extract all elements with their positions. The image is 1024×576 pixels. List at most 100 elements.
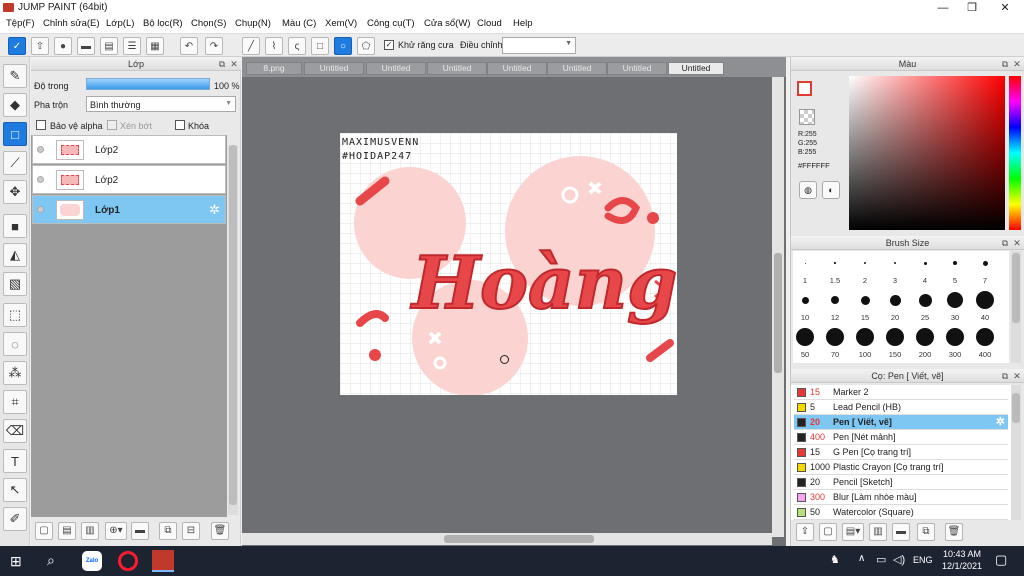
- brush-item[interactable]: 20 Pen [ Viết, vẽ] ✲: [794, 415, 1008, 430]
- brush-doc-icon[interactable]: ▥: [869, 523, 887, 541]
- brush-size-dot[interactable]: [976, 291, 994, 309]
- bucket-tool-icon[interactable]: ◭: [3, 243, 27, 267]
- polygon-tool-icon[interactable]: ⬠: [357, 37, 375, 55]
- palette-settings-icon[interactable]: ◐: [822, 181, 840, 199]
- brush-item[interactable]: 15 G Pen [Cọ trang trí]: [794, 445, 1008, 460]
- tab-8png[interactable]: 8.png: [246, 62, 302, 75]
- menu-filter[interactable]: Bộ lọc(R): [143, 18, 183, 29]
- palette-icon[interactable]: ◍: [799, 181, 817, 199]
- jump-paint-app-icon[interactable]: [152, 550, 174, 572]
- chevron-up-icon[interactable]: ∧: [858, 553, 865, 564]
- protect-alpha-checkbox[interactable]: [36, 120, 46, 130]
- comment-icon[interactable]: ▬: [77, 37, 95, 55]
- menu-select[interactable]: Chọn(S): [191, 18, 226, 29]
- list-icon[interactable]: ☰: [123, 37, 141, 55]
- brush-size-dot[interactable]: [856, 328, 874, 346]
- brush-size-dot[interactable]: [893, 261, 897, 265]
- transparent-swatch[interactable]: [799, 109, 815, 125]
- menu-layer[interactable]: Lớp(L): [106, 18, 134, 29]
- tab-untitled[interactable]: Untitled: [427, 62, 487, 75]
- close-icon[interactable]: ✕: [1012, 59, 1022, 69]
- minimize-button[interactable]: —: [928, 0, 958, 16]
- merge-icon[interactable]: ⊟: [182, 522, 200, 540]
- shape-tool-icon[interactable]: □: [3, 122, 27, 146]
- undock-icon[interactable]: ⧉: [1000, 371, 1010, 381]
- brush-size-dot[interactable]: [796, 328, 814, 346]
- duplicate-icon[interactable]: ⧉: [159, 522, 177, 540]
- polyline-tool-icon[interactable]: ⌇: [265, 37, 283, 55]
- redo-icon[interactable]: ↷: [205, 37, 223, 55]
- visibility-icon[interactable]: [37, 206, 44, 213]
- tab-untitled[interactable]: Untitled: [304, 62, 364, 75]
- tab-untitled[interactable]: Untitled: [366, 62, 426, 75]
- brush-size-dot[interactable]: [804, 262, 806, 264]
- horizontal-scrollbar[interactable]: [242, 533, 772, 545]
- menu-tools[interactable]: Công cụ(T): [367, 18, 415, 29]
- clock-date[interactable]: 12/1/2021: [942, 561, 982, 571]
- gradient-tool-icon[interactable]: ▧: [3, 272, 27, 296]
- brush-item[interactable]: 1000 Plastic Crayon [Cọ trang trí]: [794, 460, 1008, 475]
- upload-brush-icon[interactable]: ⇪: [796, 523, 814, 541]
- color-picker-field[interactable]: [849, 76, 1005, 230]
- brush-item[interactable]: 400 Pen [Nét mảnh]: [794, 430, 1008, 445]
- menu-window[interactable]: Cửa sổ(W): [424, 18, 470, 29]
- new-layer-doc-icon[interactable]: ▤: [58, 522, 76, 540]
- close-icon[interactable]: ✕: [1012, 238, 1022, 248]
- export-icon[interactable]: ⇧: [31, 37, 49, 55]
- ellipse-tool-icon[interactable]: ○: [334, 37, 352, 55]
- undock-icon[interactable]: ⧉: [1000, 59, 1010, 69]
- layer-copy-icon[interactable]: ▥: [81, 522, 99, 540]
- brush-size-scrollbar[interactable]: [1011, 251, 1021, 363]
- visibility-icon[interactable]: [37, 176, 44, 183]
- layer-scrollbar[interactable]: [228, 145, 238, 515]
- layer-row[interactable]: Lớp2: [32, 135, 226, 164]
- new-layer-icon[interactable]: ▢: [35, 522, 53, 540]
- brush-item[interactable]: 5 Lead Pencil (HB): [794, 400, 1008, 415]
- menu-view[interactable]: Xem(V): [325, 18, 357, 29]
- brush-size-dot[interactable]: [801, 296, 809, 304]
- select-pen-tool-icon[interactable]: ⌗: [3, 390, 27, 414]
- brush-list-scrollbar[interactable]: [1011, 385, 1021, 520]
- clip-checkbox[interactable]: [107, 120, 117, 130]
- layer-row[interactable]: Lớp2: [32, 165, 226, 194]
- brush-size-dot[interactable]: [831, 296, 839, 304]
- visibility-icon[interactable]: [37, 146, 44, 153]
- undo-icon[interactable]: ↶: [180, 37, 198, 55]
- trash-icon[interactable]: 🗑: [211, 522, 229, 540]
- primary-color-swatch[interactable]: [797, 81, 812, 96]
- volume-icon[interactable]: ◁): [893, 553, 905, 566]
- notification-icon[interactable]: ▢: [995, 552, 1007, 568]
- menu-cloud[interactable]: Cloud: [477, 18, 502, 29]
- brush-size-dot[interactable]: [834, 262, 836, 264]
- brush-size-dot[interactable]: [976, 328, 994, 346]
- tab-untitled[interactable]: Untitled: [487, 62, 547, 75]
- rect-select-tool-icon[interactable]: ⬚: [3, 303, 27, 327]
- magic-wand-tool-icon[interactable]: ⁂: [3, 361, 27, 385]
- tab-untitled[interactable]: Untitled: [607, 62, 667, 75]
- close-icon[interactable]: ✕: [229, 59, 239, 69]
- battery-icon[interactable]: ▭: [876, 553, 886, 566]
- opera-app-icon[interactable]: [118, 551, 138, 571]
- hue-slider[interactable]: [1009, 76, 1021, 230]
- brush-size-dot[interactable]: [889, 294, 901, 306]
- add-layer-menu-icon[interactable]: ⊕▾: [105, 522, 127, 540]
- antialias-checkbox[interactable]: ✓: [384, 40, 394, 50]
- opacity-slider[interactable]: [86, 78, 210, 90]
- brush-size-dot[interactable]: [916, 328, 934, 346]
- vertical-scrollbar[interactable]: [772, 77, 784, 537]
- undock-icon[interactable]: ⧉: [217, 59, 227, 69]
- eyedropper-tool-icon[interactable]: ✐: [3, 507, 27, 531]
- brush-size-dot[interactable]: [947, 292, 963, 308]
- move-tool-icon[interactable]: ✥: [3, 180, 27, 204]
- tab-untitled-active[interactable]: Untitled: [668, 62, 724, 75]
- text-tool-icon[interactable]: T: [3, 449, 27, 473]
- eraser-tool-icon[interactable]: ◆: [3, 93, 27, 117]
- rectangle-tool-icon[interactable]: □: [311, 37, 329, 55]
- brush-size-dot[interactable]: [982, 260, 988, 266]
- people-icon[interactable]: ♞: [830, 553, 840, 566]
- blend-mode-dropdown[interactable]: Bình thường ▼: [86, 96, 236, 112]
- menu-help[interactable]: Help: [513, 18, 533, 29]
- add-brush-menu-icon[interactable]: ▤▾: [842, 523, 864, 541]
- adjust-dropdown[interactable]: ▼: [502, 37, 576, 54]
- close-button[interactable]: ✕: [990, 0, 1020, 16]
